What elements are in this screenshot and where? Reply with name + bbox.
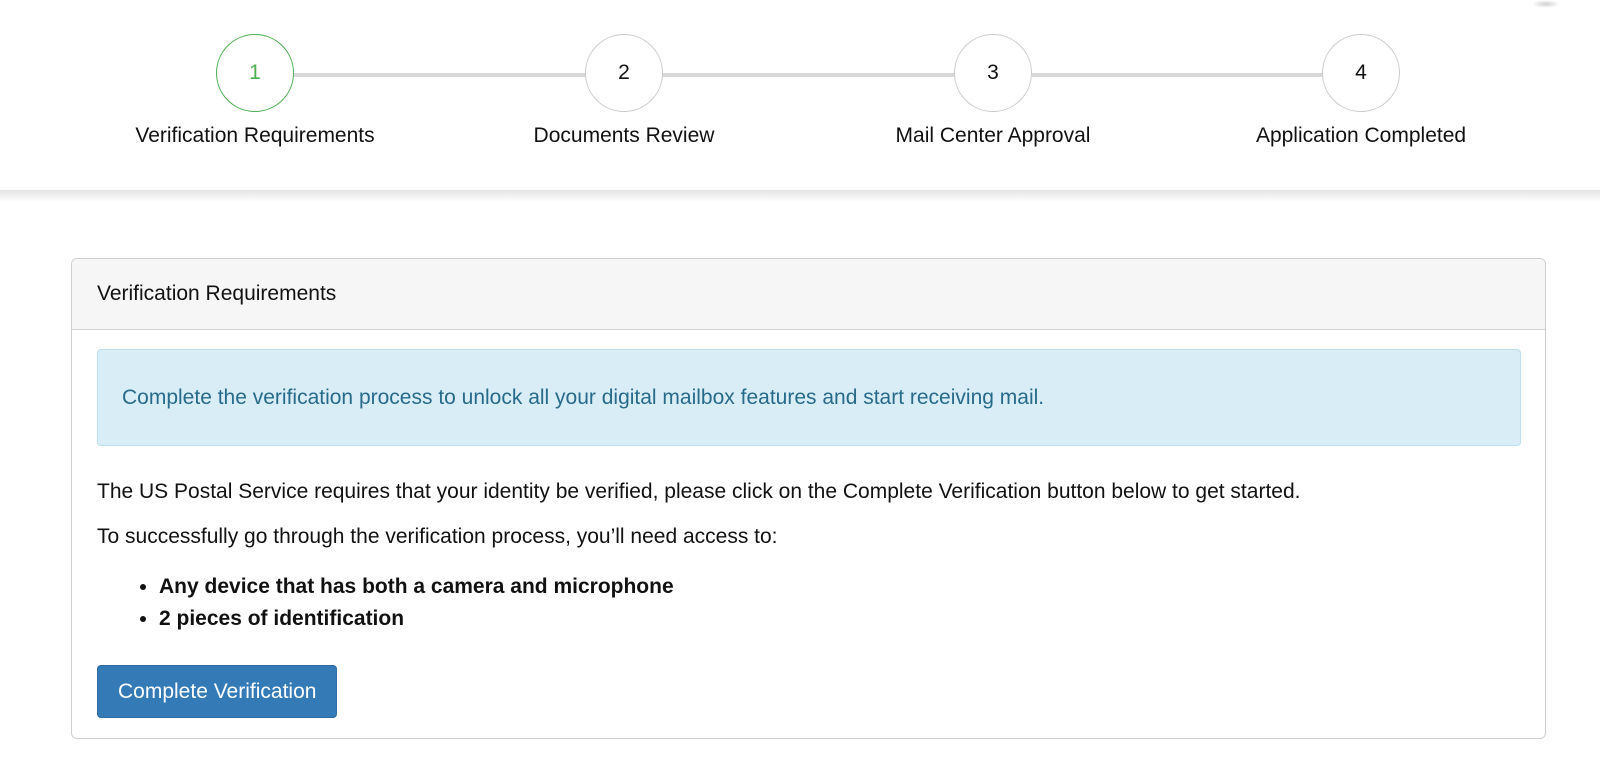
list-item: 2 pieces of identification — [159, 603, 1521, 635]
progress-stepper: 1 Verification Requirements 2 Documents … — [0, 0, 1600, 192]
step-3-number: 3 — [954, 34, 1032, 112]
list-item: Any device that has both a camera and mi… — [159, 571, 1521, 603]
panel-body: Complete the verification process to unl… — [72, 330, 1545, 718]
info-alert-text: Complete the verification process to unl… — [122, 385, 1045, 409]
step-1-number: 1 — [216, 34, 294, 112]
step-1: 1 Verification Requirements — [105, 34, 405, 148]
verification-panel: Verification Requirements Complete the v… — [71, 258, 1546, 739]
step-4-number: 4 — [1322, 34, 1400, 112]
complete-verification-button[interactable]: Complete Verification — [97, 665, 338, 718]
identity-requirement-text: The US Postal Service requires that your… — [97, 480, 1301, 503]
info-alert: Complete the verification process to unl… — [97, 349, 1521, 446]
requirements-list: Any device that has both a camera and mi… — [97, 571, 1521, 635]
step-3-label: Mail Center Approval — [895, 124, 1091, 147]
step-4-label: Application Completed — [1255, 124, 1467, 147]
step-2: 2 Documents Review — [474, 34, 774, 148]
access-requirement-text: To successfully go through the verificat… — [97, 525, 778, 548]
step-2-number: 2 — [585, 34, 663, 112]
corner-shadow — [1532, 0, 1560, 8]
step-1-label: Verification Requirements — [135, 124, 375, 147]
step-2-label: Documents Review — [533, 124, 715, 147]
panel-title: Verification Requirements — [72, 259, 1545, 330]
step-3: 3 Mail Center Approval — [843, 34, 1143, 148]
stepper-divider-shadow — [0, 190, 1600, 202]
step-4: 4 Application Completed — [1211, 34, 1511, 148]
